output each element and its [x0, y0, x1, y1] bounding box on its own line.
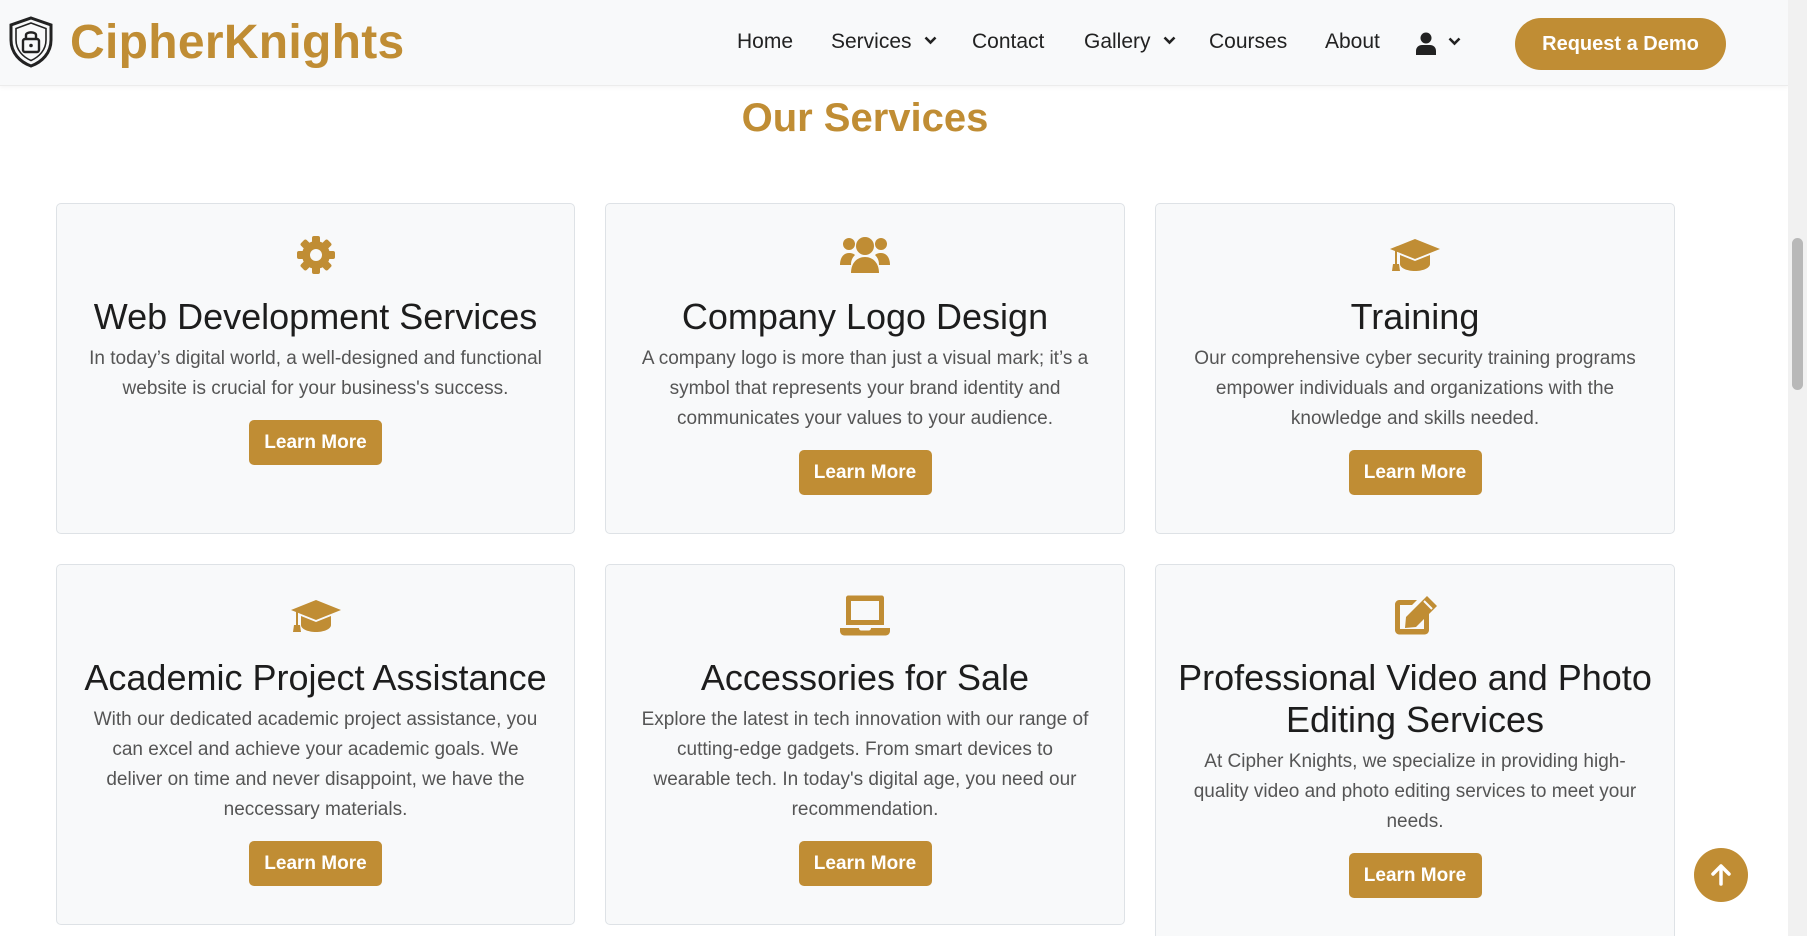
card-title: Training — [1350, 296, 1480, 337]
card-title: Professional Video and Photo Editing Ser… — [1178, 657, 1652, 740]
service-card: Company Logo Design A company logo is mo… — [605, 203, 1125, 534]
section-title: Our Services — [741, 96, 989, 140]
card-description: Explore the latest in tech innovation wi… — [641, 709, 1089, 820]
graduation-cap-icon — [1390, 239, 1440, 271]
edit-icon — [1395, 596, 1437, 635]
learn-more-button[interactable]: Learn More — [798, 450, 932, 495]
nav-services[interactable]: Services — [831, 24, 937, 60]
learn-more-button[interactable]: Learn More — [249, 841, 382, 886]
learn-more-button[interactable]: Learn More — [249, 420, 382, 465]
chevron-down-icon — [924, 37, 937, 45]
chevron-down-icon — [1448, 37, 1461, 46]
nav-contact[interactable]: Contact — [972, 24, 1044, 60]
learn-more-button[interactable]: Learn More — [1348, 450, 1482, 495]
nav-gallery[interactable]: Gallery — [1084, 24, 1176, 60]
card-description: With our dedicated academic project assi… — [93, 709, 538, 820]
card-description: At Cipher Knights, we specialize in prov… — [1193, 751, 1637, 832]
nav-gallery-label: Gallery — [1084, 30, 1151, 53]
learn-more-button[interactable]: Learn More — [798, 841, 932, 886]
request-demo-button[interactable]: Request a Demo — [1515, 18, 1726, 70]
nav-about[interactable]: About — [1325, 24, 1380, 60]
card-title: Company Logo Design — [681, 296, 1049, 337]
service-card: Academic Project Assistance With our ded… — [56, 564, 575, 925]
nav-services-label: Services — [831, 30, 912, 53]
user-menu-toggle[interactable] — [1416, 30, 1461, 56]
card-description: Our comprehensive cyber security trainin… — [1194, 348, 1636, 429]
laptop-icon — [840, 595, 890, 636]
gear-icon — [296, 236, 335, 274]
back-to-top-button[interactable] — [1694, 848, 1748, 902]
learn-more-button[interactable]: Learn More — [1348, 853, 1482, 898]
chevron-down-icon — [1163, 37, 1176, 45]
service-card: Professional Video and Photo Editing Ser… — [1155, 564, 1675, 936]
users-icon — [840, 237, 890, 273]
card-description: A company logo is more than just a visua… — [641, 348, 1089, 429]
navbar: CipherKnights Home Services Contact Gall… — [0, 0, 1788, 86]
service-card: Accessories for Sale Explore the latest … — [605, 564, 1125, 925]
arrow-up-icon — [1711, 864, 1731, 886]
scrollbar[interactable] — [1788, 0, 1807, 936]
user-icon — [1416, 32, 1436, 55]
card-title: Accessories for Sale — [700, 657, 1030, 698]
scrollbar-thumb[interactable] — [1792, 238, 1803, 390]
service-card: Training Our comprehensive cyber securit… — [1155, 203, 1675, 534]
graduation-cap-icon — [290, 600, 341, 632]
nav-courses[interactable]: Courses — [1209, 24, 1287, 60]
card-title: Web Development Services — [93, 296, 538, 337]
card-description: In today’s digital world, a well-designe… — [89, 348, 542, 399]
card-title: Academic Project Assistance — [84, 657, 547, 698]
nav-home[interactable]: Home — [737, 24, 793, 60]
service-card: Web Development Services In today’s digi… — [56, 203, 575, 534]
